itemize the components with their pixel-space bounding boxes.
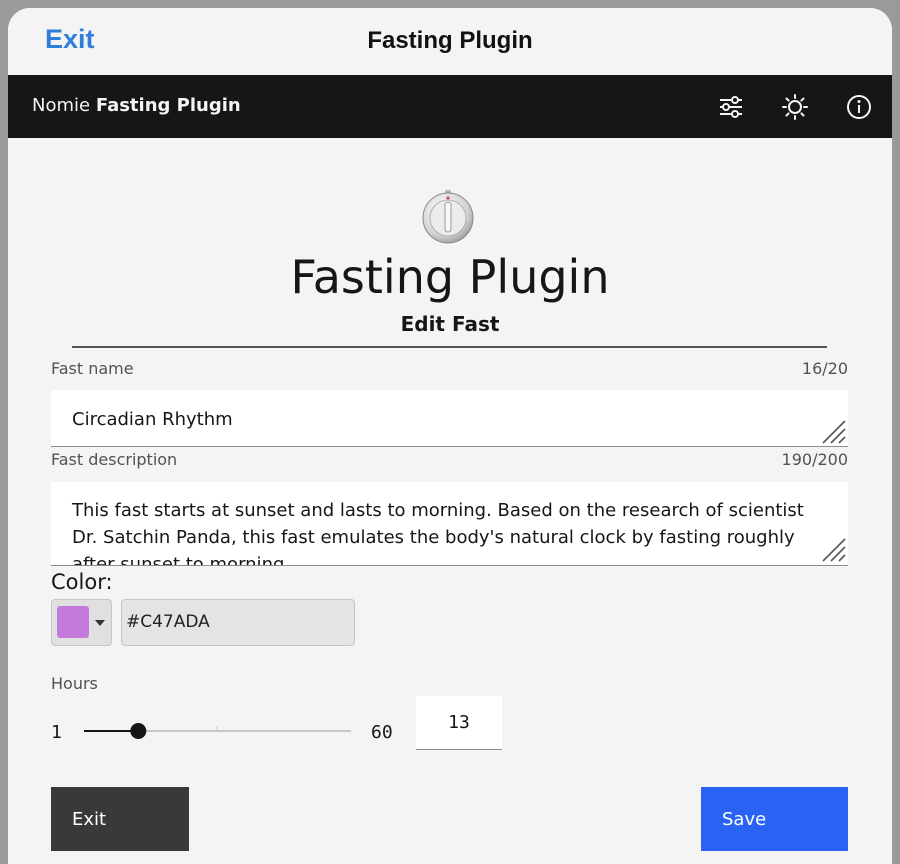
brightness-icon[interactable]: [781, 93, 809, 121]
modal-header: Exit Fasting Plugin: [8, 8, 892, 75]
fast-name-count: 16/20: [801, 359, 848, 378]
slider-thumb: [130, 723, 147, 739]
page-subtitle: Edit Fast: [400, 312, 500, 336]
page-title: Fasting Plugin: [290, 250, 610, 304]
fast-name-label: Fast name: [51, 359, 134, 378]
color-swatch: [57, 606, 89, 638]
hours-label: Hours: [51, 674, 98, 693]
color-picker-button[interactable]: [51, 599, 112, 646]
info-icon[interactable]: [845, 93, 873, 121]
app-brand-name: Fasting Plugin: [95, 95, 241, 116]
app-brand-prefix: Nomie: [32, 95, 91, 116]
fast-description-label: Fast description: [51, 450, 178, 469]
fast-name-field[interactable]: Circadian Rhythm: [51, 390, 848, 447]
fast-description-count: 190/200: [781, 450, 848, 469]
hours-max-label: 60: [371, 722, 393, 743]
modal-sheet: Exit Fasting Plugin Nomie Fasting Plugin: [8, 8, 892, 864]
stopwatch-icon: [422, 190, 474, 244]
hours-slider[interactable]: [84, 713, 351, 749]
resize-grip-icon[interactable]: [821, 419, 847, 445]
chevron-down-icon: [95, 620, 105, 626]
color-hex-input[interactable]: #C47ADA: [121, 599, 355, 646]
exit-button[interactable]: Exit: [51, 787, 189, 851]
title-divider: [72, 346, 827, 348]
resize-grip-icon[interactable]: [821, 537, 847, 563]
fast-description-field[interactable]: This fast starts at sunset and lasts to …: [51, 482, 848, 566]
save-button[interactable]: Save: [701, 787, 848, 851]
color-label: Color:: [51, 570, 113, 594]
hours-min-label: 1: [51, 722, 62, 743]
settings-sliders-icon[interactable]: [717, 93, 745, 121]
app-brand: Nomie Fasting Plugin: [32, 95, 241, 116]
main-content: Fasting Plugin Edit Fast Fast name 16/20…: [8, 138, 892, 864]
modal-title: Fasting Plugin: [367, 27, 533, 54]
hours-number-input[interactable]: 13: [416, 696, 502, 750]
app-bar: Nomie Fasting Plugin: [8, 75, 892, 138]
